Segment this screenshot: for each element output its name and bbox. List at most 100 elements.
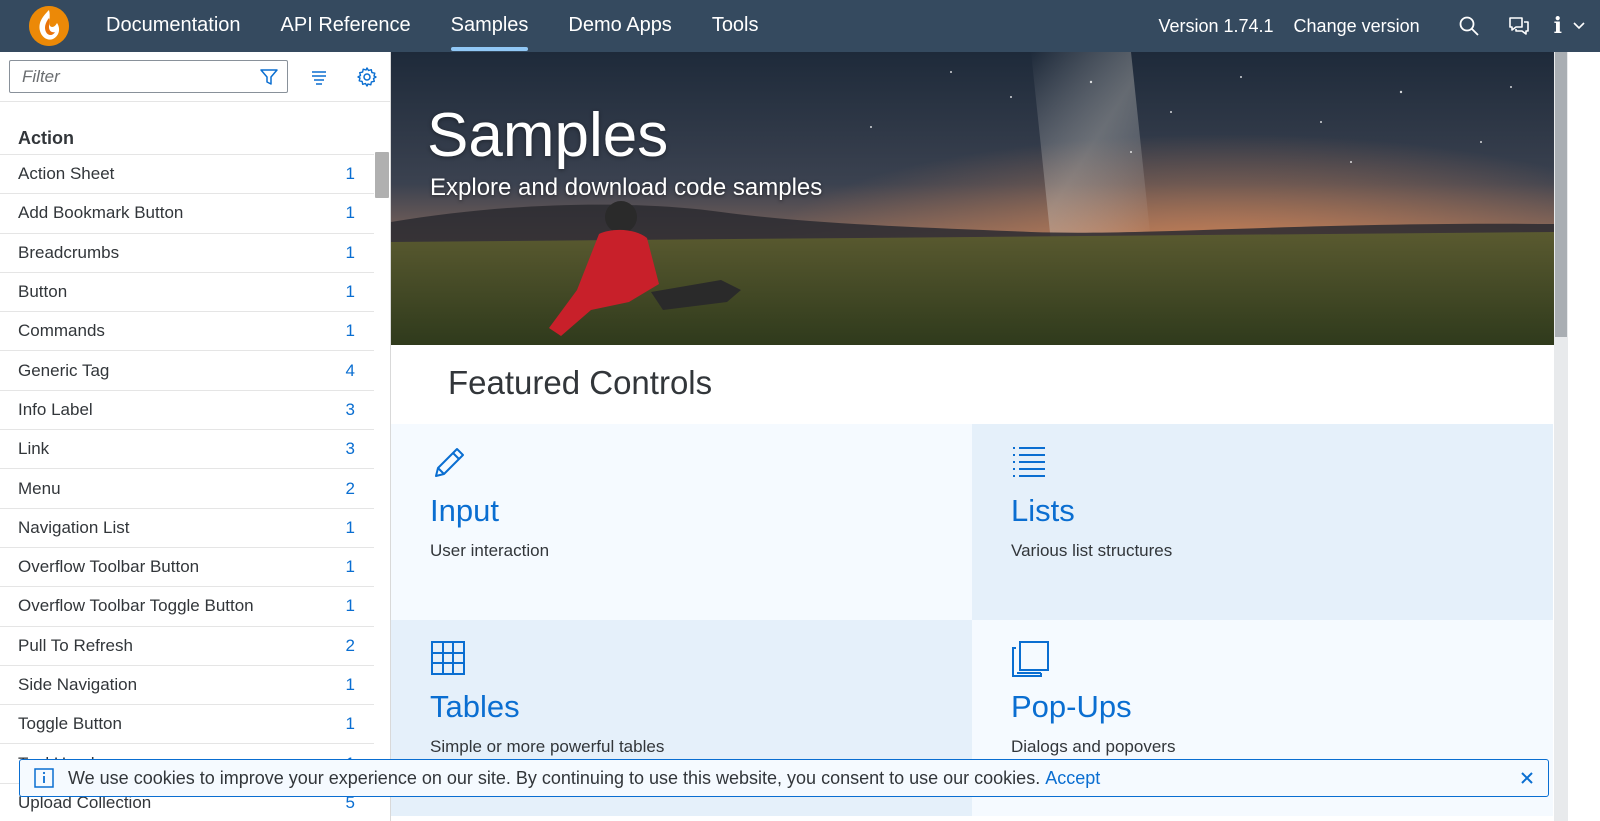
tile-lists-desc: Various list structures: [1011, 541, 1173, 560]
list-icon: [1013, 447, 1045, 477]
list-item-label: Action Sheet: [18, 164, 115, 184]
cookie-accept-link[interactable]: Accept: [1045, 768, 1100, 789]
list-item-count: 1: [345, 675, 355, 694]
featured-controls-heading: Featured Controls: [448, 364, 713, 401]
list-item-count: 1: [345, 596, 355, 616]
hero-title: Samples: [427, 101, 669, 170]
list-item-count: 3: [345, 399, 355, 419]
list-item[interactable]: Side Navigation 1: [0, 666, 375, 706]
info-icon: i: [1553, 13, 1562, 39]
hero-subtitle: Explore and download code samples: [430, 174, 823, 201]
group-header-action: Action: [0, 103, 375, 155]
list-item-label: Overflow Toolbar Button: [18, 557, 200, 577]
samples-list: Action Action Sheet 1 Add Bookmark Button…: [0, 103, 375, 821]
settings-button[interactable]: [354, 64, 380, 90]
tile-input[interactable]: Input User interaction: [391, 424, 972, 620]
list-item-label: Breadcrumbs: [18, 242, 120, 262]
list-item-count: 2: [345, 635, 355, 655]
list-item[interactable]: Breadcrumbs 1: [0, 234, 375, 273]
list-item[interactable]: Overflow Toolbar Toggle Button 1: [0, 587, 375, 627]
nav-demo-apps[interactable]: Demo Apps: [548, 0, 691, 52]
tile-input-title: Input: [430, 493, 499, 528]
list-item-label: Toggle Button: [18, 714, 122, 734]
list-item-count: 1: [345, 517, 355, 537]
list-item-label: Add Bookmark Button: [18, 203, 184, 223]
feedback-icon[interactable]: [1507, 14, 1531, 38]
main-nav: Documentation API Reference Samples Demo…: [86, 0, 779, 52]
list-item-label: Menu: [18, 478, 61, 498]
close-icon[interactable]: [1518, 769, 1536, 787]
info-icon: [34, 768, 54, 788]
list-item-label: Info Label: [18, 399, 93, 419]
sort-lines-icon: [312, 70, 326, 85]
list-item-label: Commands: [18, 321, 105, 341]
tile-popups-title: Pop-Ups: [1011, 689, 1132, 724]
tile-input-desc: User interaction: [430, 541, 550, 560]
main-scrollbar[interactable]: [1554, 52, 1568, 821]
search-icon[interactable]: [1457, 14, 1481, 38]
list-item[interactable]: Pull To Refresh 2: [0, 627, 375, 666]
list-item-count: 1: [345, 282, 355, 302]
samples-sidebar: Action Action Sheet 1 Add Bookmark Button…: [0, 52, 391, 821]
list-item-count: 3: [345, 439, 355, 459]
tile-tables-desc: Simple or more powerful tables: [430, 737, 665, 756]
list-item[interactable]: Menu 2: [0, 469, 375, 509]
nav-documentation[interactable]: Documentation: [86, 0, 261, 52]
list-item[interactable]: Navigation List 1: [0, 509, 375, 548]
filter-bar: [0, 52, 390, 102]
list-item-label: Side Navigation: [18, 675, 138, 694]
main-content: Samples Explore and download code sample…: [391, 52, 1554, 821]
list-item-count: 1: [345, 203, 355, 223]
chevron-down-icon: [1573, 22, 1585, 30]
tile-lists[interactable]: Lists Various list structures: [972, 424, 1553, 620]
nav-samples[interactable]: Samples: [431, 0, 549, 52]
info-menu-button[interactable]: i: [1554, 13, 1586, 39]
list-item[interactable]: Generic Tag 4: [0, 351, 375, 391]
shell-actions: Version 1.74.1 Change version i: [1158, 0, 1600, 52]
list-item-count: 4: [345, 360, 355, 380]
list-item-count: 2: [345, 478, 355, 498]
list-item[interactable]: Button 1: [0, 273, 375, 313]
list-item-count: 1: [345, 242, 355, 262]
version-label: Version 1.74.1: [1158, 15, 1274, 36]
list-item-count: 1: [345, 557, 355, 577]
list-item-label: Generic Tag: [18, 360, 110, 380]
main-scrollbar-thumb[interactable]: [1555, 52, 1567, 337]
list-item-label: Navigation List: [18, 517, 130, 537]
list-item-count: 1: [345, 714, 355, 734]
list-item[interactable]: Info Label 3: [0, 391, 375, 431]
cookie-message: We use cookies to improve your experienc…: [68, 767, 1041, 788]
list-item[interactable]: Commands 1: [0, 312, 375, 352]
tile-popups-desc: Dialogs and popovers: [1011, 737, 1176, 756]
hero-banner: Samples Explore and download code sample…: [391, 52, 1554, 345]
filter-icon[interactable]: [259, 67, 279, 87]
tile-lists-title: Lists: [1011, 493, 1075, 528]
popup-icon: [1012, 641, 1049, 677]
list-item[interactable]: Add Bookmark Button 1: [0, 194, 375, 234]
list-item-label: Pull To Refresh: [18, 635, 133, 655]
cookie-banner: We use cookies to improve your experienc…: [19, 759, 1549, 797]
filter-input[interactable]: [22, 66, 259, 87]
openui5-logo-icon[interactable]: [28, 5, 70, 47]
edit-icon: [435, 448, 464, 477]
shell-bar: Documentation API Reference Samples Demo…: [0, 0, 1600, 52]
list-item[interactable]: Toggle Button 1: [0, 705, 375, 745]
nav-tools[interactable]: Tools: [692, 0, 779, 52]
list-item-label: Button: [18, 282, 68, 302]
gear-icon: [357, 66, 377, 87]
nav-api-reference[interactable]: API Reference: [261, 0, 431, 52]
sidebar-scrollbar-thumb[interactable]: [375, 152, 389, 198]
table-icon: [431, 641, 465, 675]
list-item-count: 1: [345, 164, 355, 184]
tile-tables-title: Tables: [430, 689, 520, 724]
list-item-label: Link: [18, 439, 50, 459]
sidebar-scrollbar[interactable]: [374, 103, 390, 821]
list-item[interactable]: Action Sheet 1: [0, 155, 375, 195]
list-item-label: Overflow Toolbar Toggle Button: [18, 596, 254, 616]
change-version-link[interactable]: Change version: [1294, 16, 1420, 37]
list-item[interactable]: Overflow Toolbar Button 1: [0, 548, 375, 588]
group-by-button[interactable]: [306, 64, 332, 90]
list-item-count: 1: [345, 321, 355, 341]
filter-field[interactable]: [9, 60, 288, 93]
list-item[interactable]: Link 3: [0, 430, 375, 470]
